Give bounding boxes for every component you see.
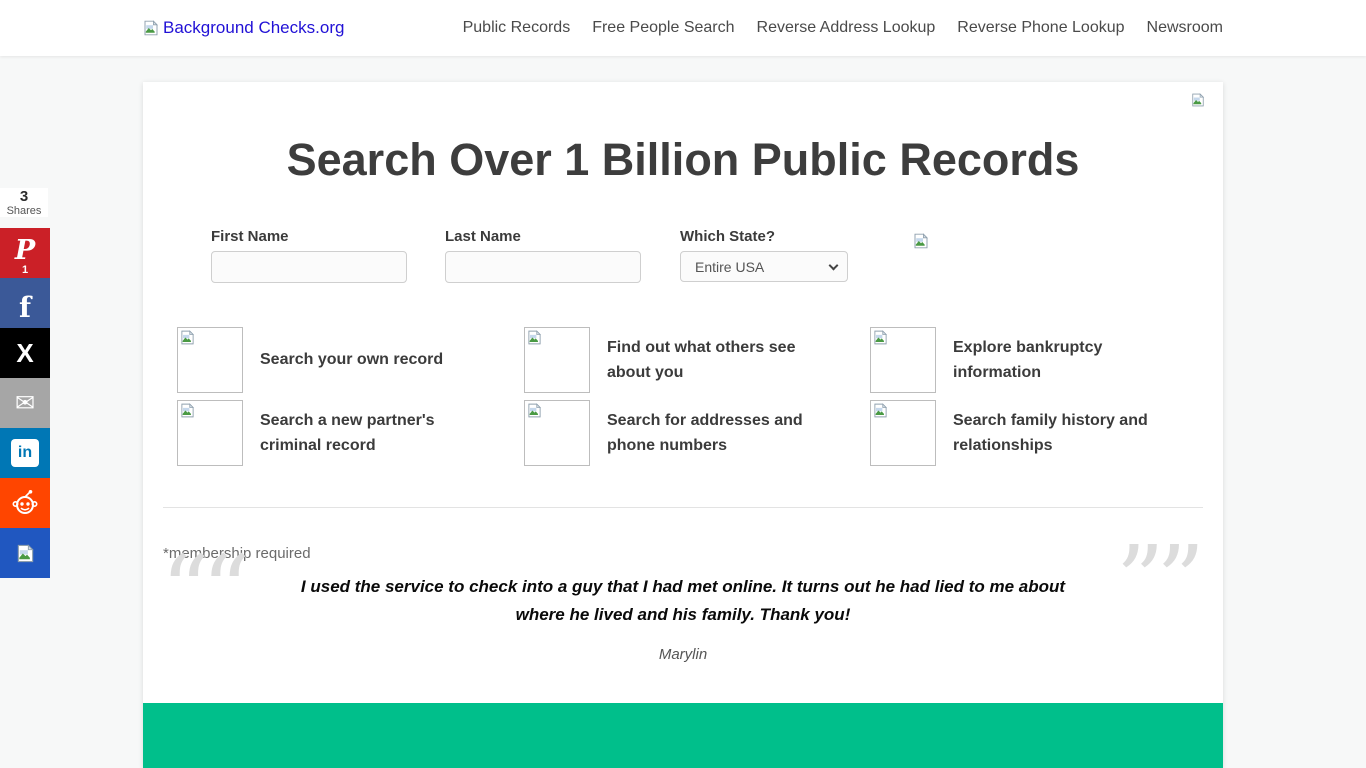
broken-image-icon xyxy=(527,330,542,345)
broken-image-icon xyxy=(1191,93,1205,107)
email-envelope-icon: ✉ xyxy=(15,389,35,418)
feature-label: Search family history and relationships xyxy=(953,408,1168,458)
feature-family-history[interactable]: Search family history and relationships xyxy=(870,396,1189,469)
feature-image-placeholder xyxy=(870,327,936,393)
x-twitter-icon: X xyxy=(16,338,33,369)
feature-others-see[interactable]: Find out what others see about you xyxy=(524,323,870,396)
state-select[interactable]: Entire USA xyxy=(680,251,848,282)
site-logo-text: Background Checks.org xyxy=(163,18,344,38)
feature-label: Find out what others see about you xyxy=(607,335,822,385)
first-name-field-group: First Name xyxy=(211,228,407,283)
pinterest-share-count: 1 xyxy=(0,264,50,276)
state-field-group: Which State? Entire USA xyxy=(680,228,848,282)
features-grid: Search your own record Find out what oth… xyxy=(177,323,1189,469)
nav-item-public-records[interactable]: Public Records xyxy=(463,19,571,37)
feature-image-placeholder xyxy=(177,400,243,466)
reddit-share-button[interactable] xyxy=(0,478,50,528)
share-total-label: Shares xyxy=(0,205,48,217)
last-name-input[interactable] xyxy=(445,251,641,283)
feature-partner-criminal-record[interactable]: Search a new partner's criminal record xyxy=(177,396,524,469)
share-sidebar: 3 Shares P 1 f X ✉ in xyxy=(0,188,50,578)
testimonial-author: Marylin xyxy=(659,646,707,663)
share-more-button[interactable] xyxy=(0,528,50,578)
facebook-icon: f xyxy=(19,291,31,324)
reddit-alien-icon xyxy=(10,488,40,518)
testimonial-quote: I used the service to check into a guy t… xyxy=(293,573,1073,629)
email-share-button[interactable]: ✉ xyxy=(0,378,50,428)
x-twitter-share-button[interactable]: X xyxy=(0,328,50,378)
broken-image-icon xyxy=(180,330,195,345)
first-name-label: First Name xyxy=(211,228,407,245)
top-navigation-bar: Background Checks.org Public Records Fre… xyxy=(0,0,1366,56)
share-total: 3 Shares xyxy=(0,188,48,217)
main-nav: Public Records Free People Search Revers… xyxy=(463,19,1223,37)
broken-image-icon xyxy=(16,544,35,563)
nav-item-newsroom[interactable]: Newsroom xyxy=(1147,19,1223,37)
page-title: Search Over 1 Billion Public Records xyxy=(143,82,1223,186)
feature-addresses-phones[interactable]: Search for addresses and phone numbers xyxy=(524,396,870,469)
feature-label: Search your own record xyxy=(260,347,443,372)
main-content-card: Search Over 1 Billion Public Records Fir… xyxy=(143,82,1223,768)
broken-image-icon xyxy=(873,403,888,418)
feature-label: Search for addresses and phone numbers xyxy=(607,408,822,458)
pinterest-icon: P xyxy=(15,235,35,266)
broken-image-icon xyxy=(873,330,888,345)
nav-item-free-people-search[interactable]: Free People Search xyxy=(592,19,734,37)
open-quote-mark: ““ xyxy=(161,544,242,639)
broken-image-icon xyxy=(180,403,195,418)
broken-image-icon xyxy=(913,233,929,249)
facebook-share-button[interactable]: f xyxy=(0,278,50,328)
feature-image-placeholder xyxy=(177,327,243,393)
nav-item-reverse-phone-lookup[interactable]: Reverse Phone Lookup xyxy=(957,19,1124,37)
section-divider xyxy=(163,507,1203,508)
feature-bankruptcy[interactable]: Explore bankruptcy information xyxy=(870,323,1189,396)
feature-image-placeholder xyxy=(870,400,936,466)
feature-label: Explore bankruptcy information xyxy=(953,335,1168,385)
first-name-input[interactable] xyxy=(211,251,407,283)
nav-item-reverse-address-lookup[interactable]: Reverse Address Lookup xyxy=(757,19,936,37)
broken-image-icon xyxy=(527,403,542,418)
last-name-field-group: Last Name xyxy=(445,228,641,283)
site-logo[interactable]: Background Checks.org xyxy=(143,18,344,38)
feature-own-record[interactable]: Search your own record xyxy=(177,323,524,396)
green-footer-band xyxy=(143,703,1223,768)
feature-image-placeholder xyxy=(524,400,590,466)
feature-image-placeholder xyxy=(524,327,590,393)
pinterest-share-button[interactable]: P 1 xyxy=(0,228,50,278)
feature-label: Search a new partner's criminal record xyxy=(260,408,475,458)
linkedin-icon: in xyxy=(11,439,39,467)
last-name-label: Last Name xyxy=(445,228,641,245)
share-total-count: 3 xyxy=(0,188,48,205)
linkedin-share-button[interactable]: in xyxy=(0,428,50,478)
state-label: Which State? xyxy=(680,228,848,245)
close-quote-mark: ”” xyxy=(1116,534,1197,629)
broken-image-icon xyxy=(143,20,159,36)
